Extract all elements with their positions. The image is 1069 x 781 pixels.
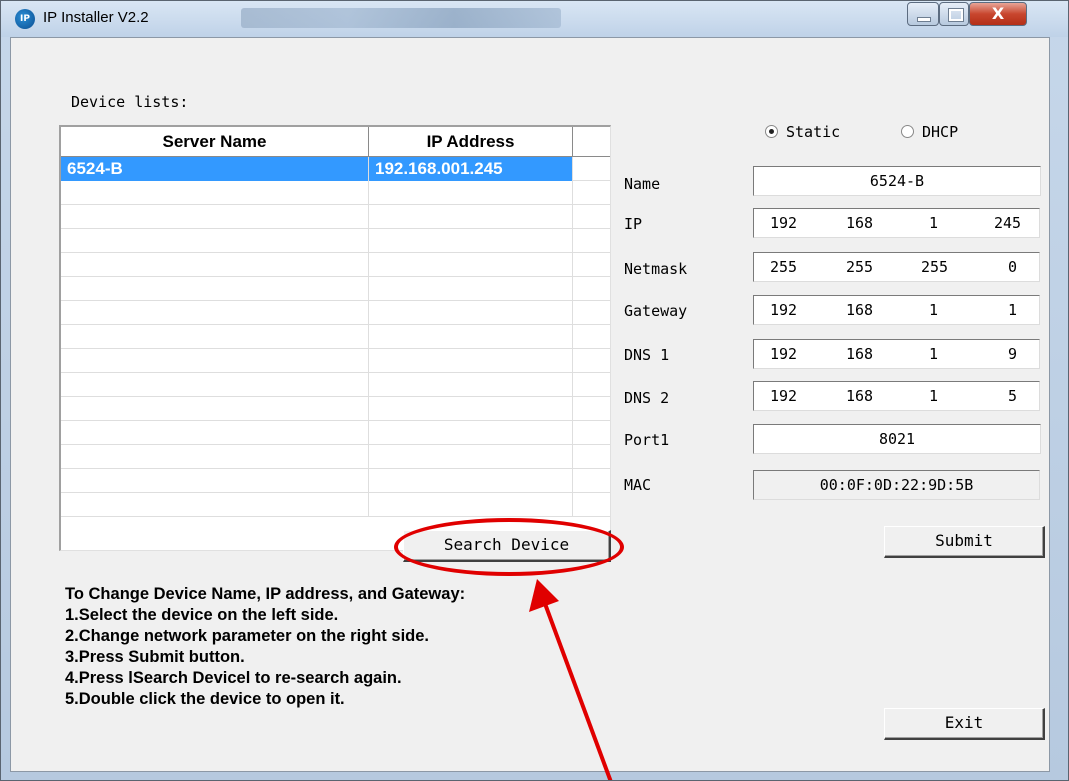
app-window: IP IP Installer V2.2 X Device lists: Ser…	[0, 0, 1069, 781]
annotation-arrow	[529, 579, 613, 780]
